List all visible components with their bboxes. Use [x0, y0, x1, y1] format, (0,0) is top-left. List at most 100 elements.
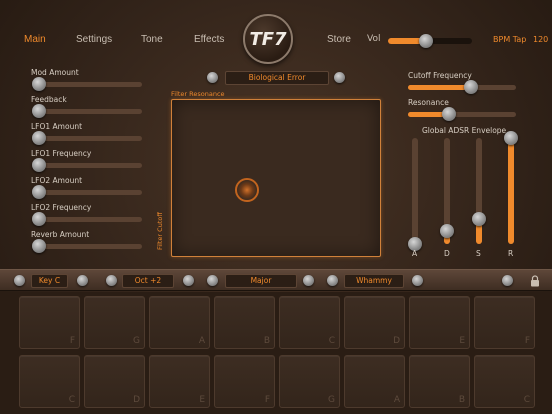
slider-label: LFO2 Amount	[31, 176, 83, 185]
note-pad[interactable]: C	[279, 296, 340, 349]
volume-knob[interactable]	[418, 34, 433, 48]
note-pad-label: B	[263, 336, 270, 346]
scale-next-button[interactable]	[303, 275, 314, 286]
slider-knob[interactable]	[32, 158, 46, 172]
tab-effects[interactable]: Effects	[194, 34, 224, 45]
decay-slider[interactable]	[440, 138, 454, 244]
octave-selector[interactable]: Oct +2	[122, 274, 174, 288]
keybar-option-button[interactable]	[502, 275, 513, 286]
note-pad-label: G	[328, 395, 335, 405]
feedback-slider[interactable]: Feedback	[30, 95, 142, 123]
slider-track[interactable]	[32, 239, 142, 253]
filter-resonance-axis-label: Filter Resonance	[171, 90, 225, 98]
note-pad[interactable]: D	[84, 355, 145, 408]
slider-knob[interactable]	[472, 211, 486, 226]
note-pad-label: F	[264, 395, 270, 405]
slider-label: Reverb Amount	[31, 230, 90, 239]
slider-knob[interactable]	[442, 107, 457, 121]
slider-track[interactable]	[32, 77, 142, 91]
note-pad[interactable]: G	[84, 296, 145, 349]
key-selector[interactable]: Key C	[31, 274, 68, 288]
note-pad[interactable]: F	[19, 296, 80, 349]
effect-prev-button[interactable]	[327, 275, 338, 286]
xy-pad[interactable]	[171, 99, 381, 257]
slider-knob[interactable]	[32, 212, 46, 226]
lock-icon[interactable]	[530, 275, 540, 287]
slider-knob[interactable]	[32, 104, 46, 118]
note-pad[interactable]: C	[19, 355, 80, 408]
attack-slider[interactable]	[408, 138, 422, 251]
slider-knob[interactable]	[32, 185, 46, 199]
volume-label: Vol	[367, 34, 381, 44]
note-pad[interactable]: B	[409, 355, 470, 408]
lfo1-amount-slider[interactable]: LFO1 Amount	[30, 122, 142, 150]
note-pad[interactable]: A	[149, 296, 210, 349]
top-nav-bar: Main Settings Tone Effects TF7 Store Vol…	[0, 0, 552, 64]
note-pad[interactable]: D	[344, 296, 405, 349]
scale-selector[interactable]: Major	[225, 274, 297, 288]
note-pad[interactable]: C	[474, 355, 535, 408]
lfo2-amount-slider[interactable]: LFO2 Amount	[30, 176, 142, 204]
decay-label: D	[444, 249, 450, 258]
slider-knob[interactable]	[504, 131, 518, 145]
effect-selector[interactable]: Whammy	[344, 274, 404, 288]
note-pad-label: A	[393, 395, 400, 405]
slider-label: LFO2 Frequency	[31, 203, 92, 212]
tab-tone[interactable]: Tone	[141, 34, 163, 45]
note-pad[interactable]: E	[409, 296, 470, 349]
slider-track[interactable]	[32, 131, 142, 145]
scale-prev-button[interactable]	[207, 275, 218, 286]
volume-slider[interactable]	[388, 34, 472, 48]
slider-track[interactable]	[408, 80, 516, 94]
note-pad[interactable]: E	[149, 355, 210, 408]
preset-prev-button[interactable]	[207, 72, 218, 83]
app-logo: TF7	[243, 14, 293, 64]
tab-settings[interactable]: Settings	[76, 34, 112, 45]
note-pad[interactable]: A	[344, 355, 405, 408]
filter-cutoff-axis-label: Filter Cutoff	[156, 212, 164, 250]
bpm-tap-button[interactable]: BPM Tap	[493, 35, 526, 44]
sustain-label: S	[476, 249, 481, 258]
mod-amount-slider[interactable]: Mod Amount	[30, 68, 142, 96]
key-next-button[interactable]	[77, 275, 88, 286]
key-prev-button[interactable]	[14, 275, 25, 286]
note-pad[interactable]: F	[214, 355, 275, 408]
slider-track[interactable]	[408, 107, 516, 121]
octave-down-button[interactable]	[106, 275, 117, 286]
release-slider[interactable]	[504, 131, 518, 244]
slider-knob[interactable]	[32, 239, 46, 253]
cutoff-frequency-slider[interactable]: Cutoff Frequency	[408, 71, 520, 99]
note-pad[interactable]: F	[474, 296, 535, 349]
logo-text: TF7	[249, 28, 287, 50]
slider-knob[interactable]	[32, 77, 46, 91]
slider-track[interactable]	[32, 158, 142, 172]
slider-track[interactable]	[32, 212, 142, 226]
resonance-slider[interactable]: Resonance	[408, 98, 520, 126]
note-pad-grid: F G A B C D E F C D E F G A B C	[0, 292, 552, 414]
slider-track[interactable]	[32, 185, 142, 199]
slider-knob[interactable]	[463, 80, 478, 94]
slider-fill	[408, 85, 471, 90]
xy-pad-handle[interactable]	[234, 178, 259, 203]
lfo2-frequency-slider[interactable]: LFO2 Frequency	[30, 203, 142, 231]
note-pad-label: E	[199, 395, 205, 405]
attack-label: A	[412, 249, 418, 258]
sustain-slider[interactable]	[472, 138, 486, 244]
note-pad-label: E	[459, 336, 465, 346]
note-pad[interactable]: G	[279, 355, 340, 408]
preset-name-display[interactable]: Biological Error	[225, 71, 329, 85]
slider-label: Feedback	[31, 95, 67, 104]
slider-track[interactable]	[32, 104, 142, 118]
slider-knob[interactable]	[440, 224, 454, 239]
tab-main[interactable]: Main	[24, 34, 46, 45]
reverb-amount-slider[interactable]: Reverb Amount	[30, 230, 142, 258]
slider-label: LFO1 Frequency	[31, 149, 92, 158]
lfo1-frequency-slider[interactable]: LFO1 Frequency	[30, 149, 142, 177]
effect-next-button[interactable]	[412, 275, 423, 286]
preset-next-button[interactable]	[334, 72, 345, 83]
slider-knob[interactable]	[32, 131, 46, 145]
note-pad[interactable]: B	[214, 296, 275, 349]
tab-store[interactable]: Store	[327, 34, 351, 45]
octave-up-button[interactable]	[183, 275, 194, 286]
note-pad-label: B	[458, 395, 465, 405]
